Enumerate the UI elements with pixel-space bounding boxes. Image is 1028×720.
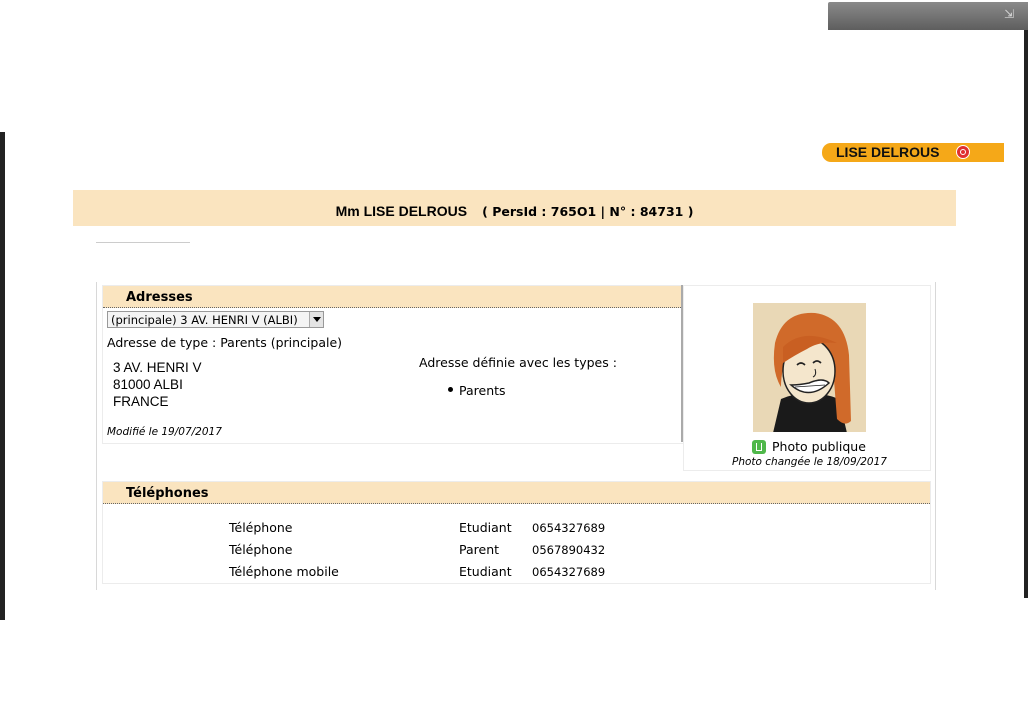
- divider: [96, 242, 190, 243]
- chevron-down-icon[interactable]: [309, 312, 323, 327]
- bullet-icon: [448, 387, 453, 392]
- thumbs-up-icon: [752, 440, 766, 454]
- phone-type: Téléphone: [229, 542, 293, 557]
- profile-photo[interactable]: [753, 303, 866, 432]
- photo-changed-date: Photo changée le 18/09/2017: [732, 456, 887, 468]
- photo-panel: Photo publique Photo changée le 18/09/20…: [683, 285, 931, 471]
- left-edge-bar: [0, 132, 5, 620]
- address-modified: Modifié le 19/07/2017: [107, 426, 222, 438]
- user-badge[interactable]: LISE DELROUS: [822, 143, 1004, 162]
- address-select-value: (principale) 3 AV. HENRI V (ALBI): [111, 313, 298, 327]
- phone-number: 0567890432: [532, 543, 606, 557]
- photo-public-label: Photo publique: [772, 439, 866, 454]
- phone-owner: Etudiant: [459, 520, 512, 535]
- phone-type: Téléphone: [229, 520, 293, 535]
- top-panel: ⇲: [828, 2, 1028, 30]
- phones-header: Téléphones: [103, 482, 930, 504]
- phone-owner: Etudiant: [459, 564, 512, 579]
- person-ids: ( PersId : 765O1 | N° : 84731 ): [482, 204, 694, 219]
- expand-arrow-icon[interactable]: ⇲: [1004, 7, 1014, 21]
- addresses-title: Adresses: [126, 290, 193, 305]
- phone-owner: Parent: [459, 542, 500, 557]
- phone-number: 0654327689: [532, 521, 606, 535]
- logout-icon[interactable]: [956, 145, 970, 159]
- person-name: Mm LISE DELROUS: [335, 203, 468, 219]
- address-line: 3 AV. HENRI V: [113, 360, 202, 375]
- address-lines: 3 AV. HENRI V 81000 ALBI FRANCE: [113, 359, 202, 410]
- user-name: LISE DELROUS: [836, 144, 940, 160]
- address-line: 81000 ALBI: [113, 377, 183, 392]
- address-select[interactable]: (principale) 3 AV. HENRI V (ALBI): [107, 311, 324, 328]
- phone-type: Téléphone mobile: [229, 564, 339, 579]
- right-edge-bar: [1024, 30, 1028, 598]
- address-types-heading: Adresse définie avec les types :: [419, 355, 617, 370]
- phones-section: Téléphones Téléphone Etudiant 0654327689…: [102, 481, 931, 584]
- phone-number: 0654327689: [532, 565, 606, 579]
- address-line: FRANCE: [113, 394, 169, 409]
- phones-title: Téléphones: [126, 486, 209, 501]
- person-header: Mm LISE DELROUS ( PersId : 765O1 | N° : …: [73, 190, 956, 226]
- addresses-section: Adresses (principale) 3 AV. HENRI V (ALB…: [102, 285, 684, 444]
- address-type-item: Parents: [459, 383, 506, 398]
- address-type-label: Adresse de type : Parents (principale): [107, 335, 343, 350]
- addresses-header: Adresses: [103, 286, 683, 308]
